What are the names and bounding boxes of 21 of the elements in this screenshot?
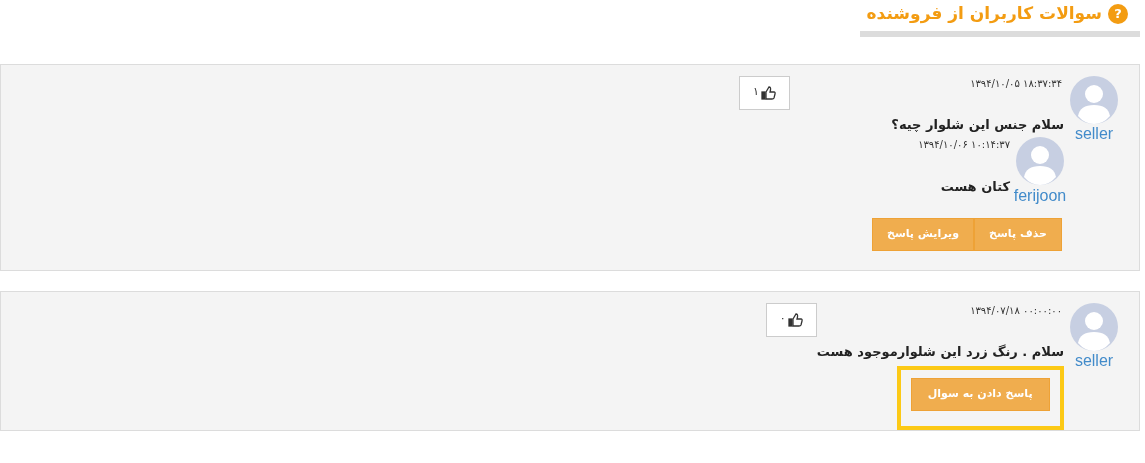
action-button[interactable]: پاسخ دادن به سوال	[910, 377, 1050, 411]
section-title: سوالات کاربران از فروشنده	[866, 2, 1102, 26]
post-text: کتان هست	[940, 179, 1010, 193]
thumbs-up-icon	[787, 312, 803, 327]
like-button[interactable]: ۱	[739, 75, 790, 110]
post-date: ۱۸:۳۷:۳۴ ۱۳۹۴/۱۰/۰۵	[970, 78, 1062, 89]
post-date: ۱۰:۱۴:۳۷ ۱۳۹۴/۱۰/۰۶	[918, 139, 1010, 150]
avatar-icon	[1070, 75, 1118, 124]
help-icon: ?	[1108, 3, 1128, 24]
author-name: seller	[1074, 352, 1114, 369]
action-button[interactable]: ویرایش پاسخ	[872, 217, 975, 251]
author-name: seller	[1074, 125, 1114, 142]
author-name: ferijoon	[1013, 187, 1067, 204]
avatar-icon	[1016, 136, 1064, 185]
thumbs-up-icon	[760, 85, 776, 100]
post-date: ۰۰:۰۰:۰۰ ۱۳۹۴/۰۷/۱۸	[970, 305, 1062, 316]
post-text: سلام . رنگ زرد این شلوارموجود هست	[816, 344, 1064, 358]
avatar-icon	[1070, 302, 1118, 351]
action-button[interactable]: حذف پاسخ	[974, 217, 1062, 251]
like-button[interactable]: ۰	[765, 302, 817, 337]
post-text: سلام جنس این شلوار چیه؟	[891, 117, 1064, 131]
